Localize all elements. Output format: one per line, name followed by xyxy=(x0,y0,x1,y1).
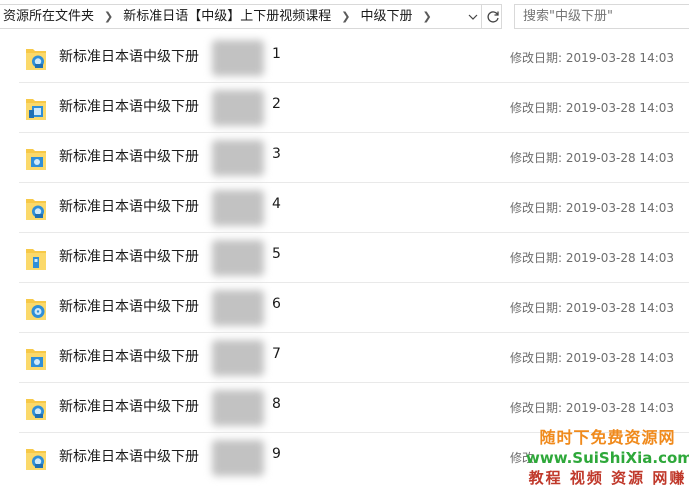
redacted-area xyxy=(212,390,264,426)
list-item[interactable]: 新标准日本语中级下册 4 修改日期: 2019-03-28 14:03 xyxy=(0,183,689,233)
address-bar[interactable]: 资源所在文件夹 ❯ 新标准日语【中级】上下册视频课程 ❯ 中级下册 ❯ xyxy=(0,4,502,29)
folder-with-media-icon xyxy=(23,396,49,422)
modified-date: 修改日期: 2019-03-28 14:03 xyxy=(510,351,675,365)
folder-with-media-icon xyxy=(23,146,49,172)
folder-with-media-icon xyxy=(23,346,49,372)
breadcrumb-item-course[interactable]: 新标准日语【中级】上下册视频课程 xyxy=(119,5,335,28)
folder-with-media-icon xyxy=(23,96,49,122)
list-item[interactable]: 新标准日本语中级下册 9 修改 xyxy=(0,433,689,483)
modified-date: 修改日期: 2019-03-28 14:03 xyxy=(510,401,675,415)
breadcrumb-item-root[interactable]: 资源所在文件夹 xyxy=(0,5,98,28)
folder-with-media-icon xyxy=(23,46,49,72)
folder-with-media-icon xyxy=(23,246,49,272)
file-name: 新标准日本语中级下册 xyxy=(59,49,199,65)
file-name: 新标准日本语中级下册 xyxy=(59,249,199,265)
file-name: 新标准日本语中级下册 xyxy=(59,449,199,465)
file-number: 6 xyxy=(272,296,281,312)
chevron-right-icon[interactable]: ❯ xyxy=(416,10,437,23)
file-number: 1 xyxy=(272,46,281,62)
file-name: 新标准日本语中级下册 xyxy=(59,149,199,165)
refresh-icon[interactable] xyxy=(481,4,503,29)
list-item[interactable]: 新标准日本语中级下册 2 修改日期: 2019-03-28 14:03 xyxy=(0,83,689,133)
list-item[interactable]: 新标准日本语中级下册 3 修改日期: 2019-03-28 14:03 xyxy=(0,133,689,183)
redacted-area xyxy=(212,440,264,476)
folder-with-media-icon xyxy=(23,296,49,322)
file-number: 4 xyxy=(272,196,281,212)
file-name: 新标准日本语中级下册 xyxy=(59,199,199,215)
redacted-area xyxy=(212,90,264,126)
list-item[interactable]: 新标准日本语中级下册 6 修改日期: 2019-03-28 14:03 xyxy=(0,283,689,333)
list-item[interactable]: 新标准日本语中级下册 1 修改日期: 2019-03-28 14:03 xyxy=(0,33,689,83)
folder-with-media-icon xyxy=(23,446,49,472)
file-number: 5 xyxy=(272,246,281,262)
chevron-down-icon[interactable] xyxy=(464,4,481,29)
modified-date: 修改 xyxy=(510,451,535,465)
redacted-area xyxy=(212,290,264,326)
modified-date: 修改日期: 2019-03-28 14:03 xyxy=(510,51,675,65)
file-name: 新标准日本语中级下册 xyxy=(59,99,199,115)
breadcrumb-item-current[interactable]: 中级下册 xyxy=(356,5,416,28)
file-number: 8 xyxy=(272,396,281,412)
file-number: 3 xyxy=(272,146,281,162)
modified-date: 修改日期: 2019-03-28 14:03 xyxy=(510,251,675,265)
redacted-area xyxy=(212,240,264,276)
chevron-right-icon[interactable]: ❯ xyxy=(335,10,356,23)
address-row: 资源所在文件夹 ❯ 新标准日语【中级】上下册视频课程 ❯ 中级下册 ❯ xyxy=(0,0,689,33)
list-item[interactable]: 新标准日本语中级下册 7 修改日期: 2019-03-28 14:03 xyxy=(0,333,689,383)
folder-with-media-icon xyxy=(23,196,49,222)
file-number: 2 xyxy=(272,96,281,112)
list-item[interactable]: 新标准日本语中级下册 5 修改日期: 2019-03-28 14:03 xyxy=(0,233,689,283)
modified-date: 修改日期: 2019-03-28 14:03 xyxy=(510,201,675,215)
file-name: 新标准日本语中级下册 xyxy=(59,299,199,315)
file-name: 新标准日本语中级下册 xyxy=(59,399,199,415)
modified-date: 修改日期: 2019-03-28 14:03 xyxy=(510,101,675,115)
chevron-right-icon[interactable]: ❯ xyxy=(98,10,119,23)
redacted-area xyxy=(212,140,264,176)
redacted-area xyxy=(212,190,264,226)
redacted-area xyxy=(212,340,264,376)
modified-date: 修改日期: 2019-03-28 14:03 xyxy=(510,151,675,165)
redacted-area xyxy=(212,40,264,76)
file-number: 7 xyxy=(272,346,281,362)
file-name: 新标准日本语中级下册 xyxy=(59,349,199,365)
list-item[interactable]: 新标准日本语中级下册 8 修改日期: 2019-03-28 14:03 xyxy=(0,383,689,433)
file-number: 9 xyxy=(272,446,281,462)
search-input[interactable] xyxy=(514,4,689,29)
modified-date: 修改日期: 2019-03-28 14:03 xyxy=(510,301,675,315)
